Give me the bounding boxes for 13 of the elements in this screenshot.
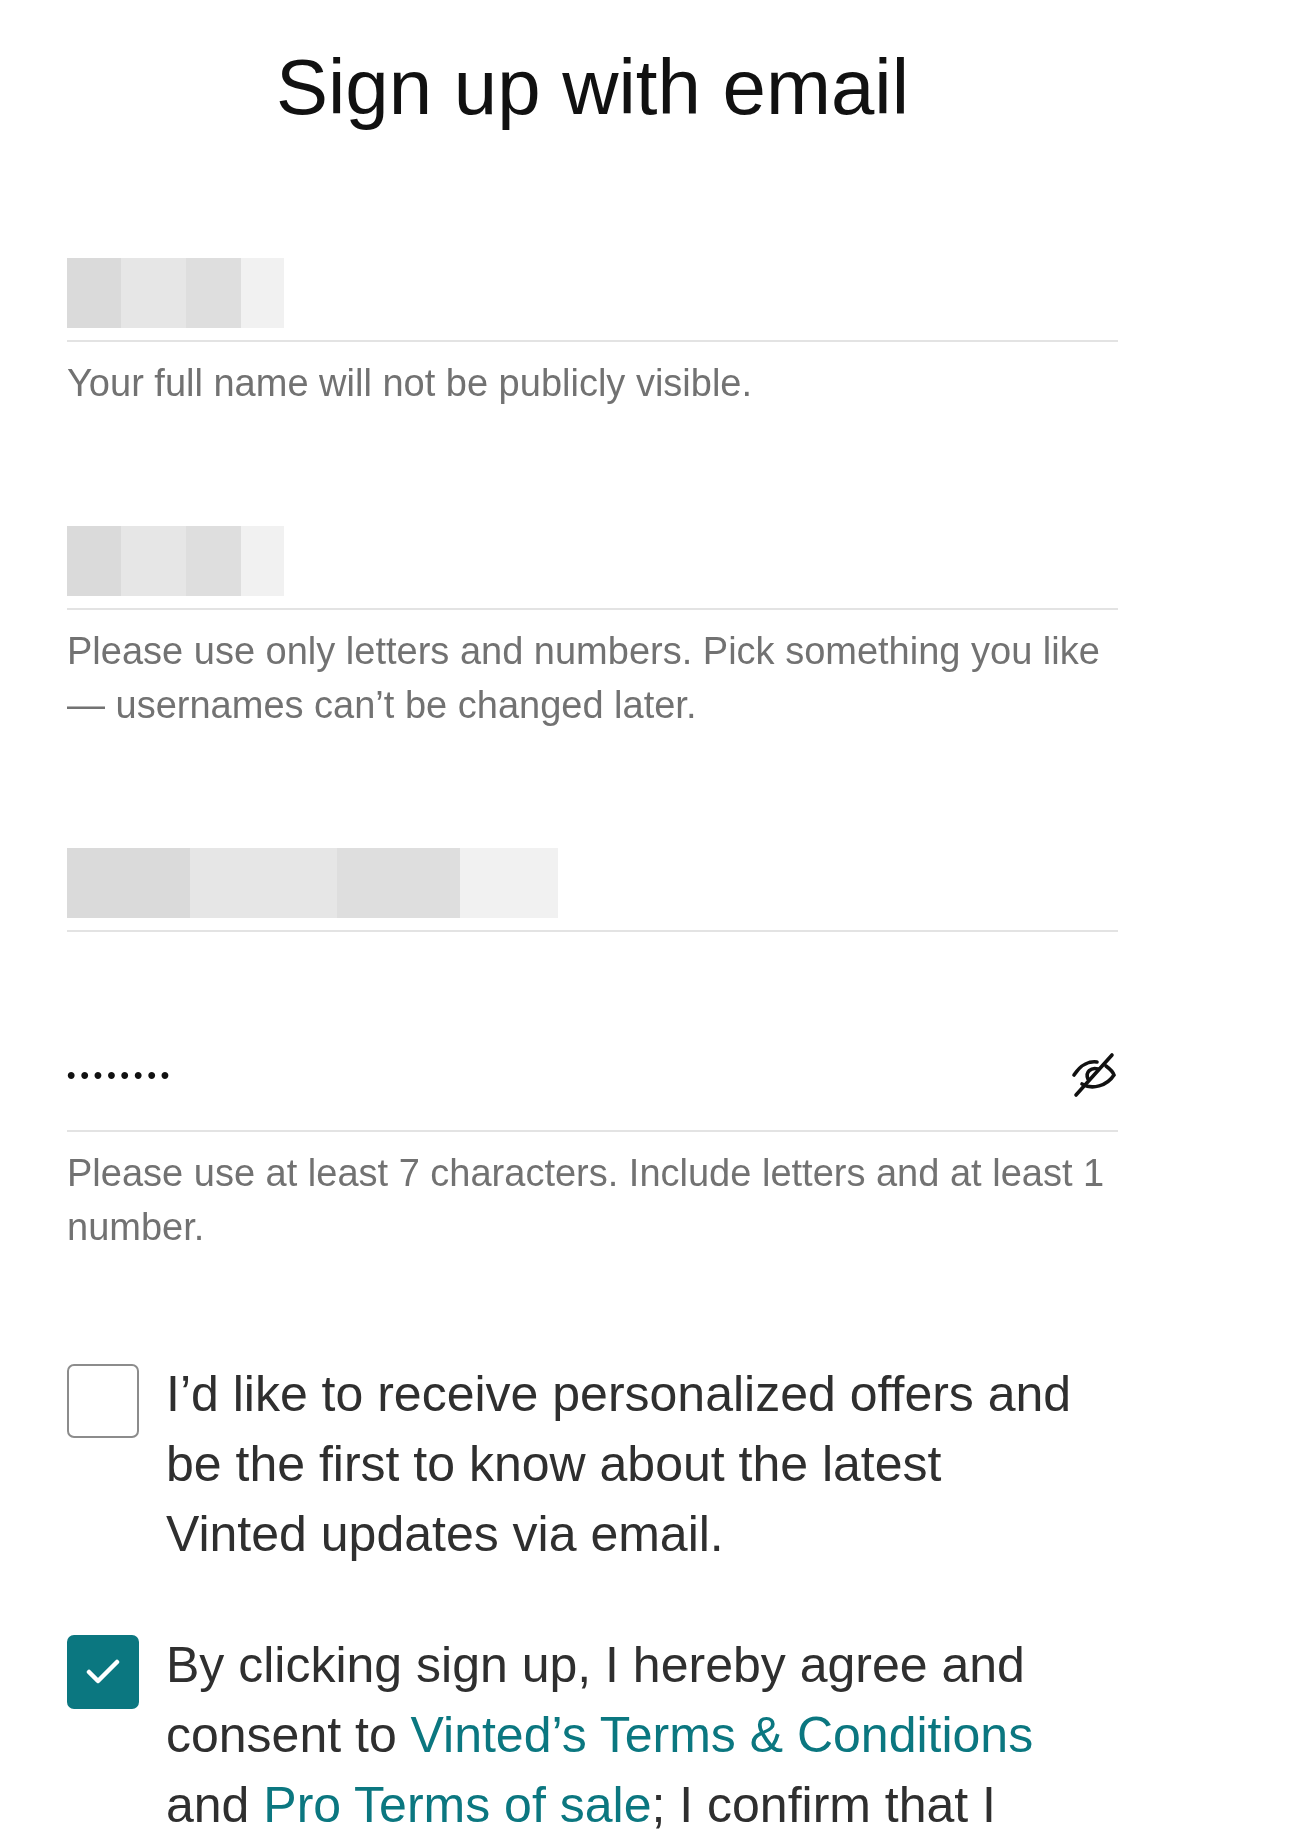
terms-link[interactable]: Pro Terms of sale — [263, 1777, 652, 1833]
checkbox-label: I’d like to receive personalized offers and be the first to know about the latest Vinted updates via email. — [166, 1365, 1073, 1564]
checkbox[interactable] — [67, 1635, 139, 1709]
checkbox-label: By clicking sign up, I hereby agree and consent to Vinted’s Terms & Conditions and Pro Terms of sale; I confirm that I — [166, 1636, 1035, 1835]
page-title: Sign up with email — [276, 42, 909, 133]
hint-text: Please use at least 7 characters. Include letters and at least 1 number. — [67, 1151, 1106, 1250]
hint-text: Your full name will not be publicly visible. — [67, 361, 754, 406]
check-icon — [86, 1659, 120, 1685]
checkbox[interactable] — [67, 1364, 139, 1438]
hint-text: Please use only letters and numbers. Pick something you like — usernames can’t be changed later. — [67, 629, 1101, 728]
password-field[interactable]: •••••••• — [67, 1020, 1118, 1132]
eye-slash-icon[interactable] — [1070, 1052, 1118, 1098]
terms-link[interactable]: Vinted’s Terms & Conditions — [410, 1707, 1034, 1763]
